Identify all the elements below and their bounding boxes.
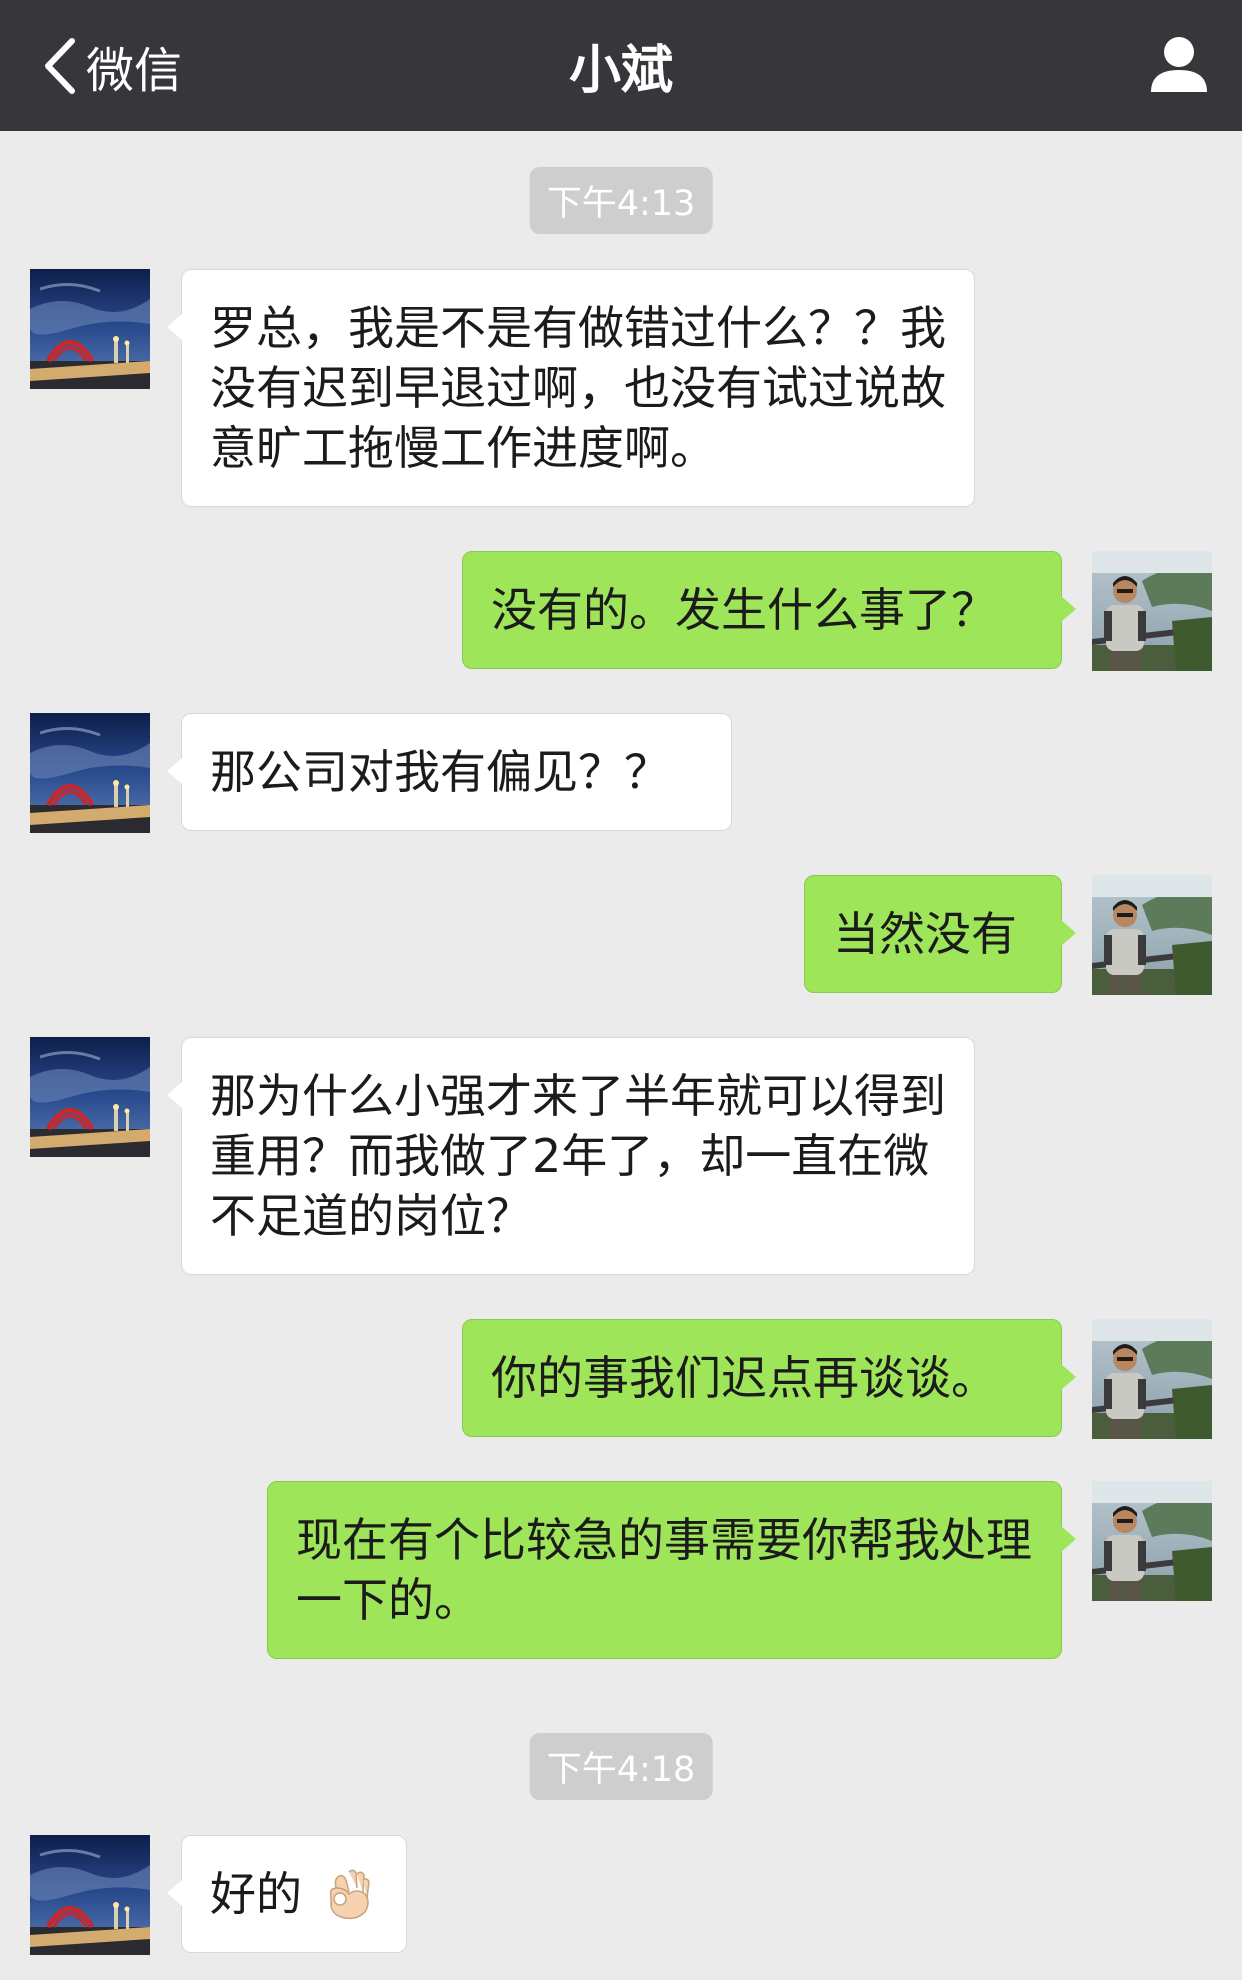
message-text: 那为什么小强才来了半年就可以得到重用？而我做了2年了，却一直在微不足道的岗位？ — [210, 1069, 946, 1243]
contact-avatar[interactable] — [30, 1835, 150, 1955]
chevron-left-icon — [45, 37, 75, 94]
back-label: 微信 — [86, 42, 183, 99]
outgoing-message-bubble[interactable]: 当然没有 — [804, 875, 1076, 993]
own-avatar[interactable] — [1092, 1319, 1212, 1439]
outgoing-message-bubble[interactable]: 你的事我们迟点再谈谈。 — [462, 1319, 1076, 1437]
message-text: 现在有个比较急的事需要你帮我处理一下的。 — [296, 1513, 1032, 1627]
navigation-bar: 微信 小斌 — [0, 0, 1242, 131]
outgoing-message-bubble[interactable]: 没有的。发生什么事了？ — [462, 551, 1076, 669]
own-avatar[interactable] — [1092, 875, 1212, 995]
contact-avatar[interactable] — [30, 1037, 150, 1157]
bridge-night-photo — [30, 269, 150, 389]
message-text: 那公司对我有偏见？？ — [210, 745, 670, 799]
person-seaside-photo — [1092, 551, 1212, 671]
person-seaside-photo — [1092, 875, 1212, 995]
chat-info-button[interactable] — [1146, 32, 1212, 98]
contact-avatar[interactable] — [30, 713, 150, 833]
own-avatar[interactable] — [1092, 1481, 1212, 1601]
timestamp-label: 下午4:13 — [529, 167, 713, 234]
message-text: 没有的。发生什么事了？ — [491, 583, 997, 637]
bridge-night-photo — [30, 1037, 150, 1157]
outgoing-message-bubble[interactable]: 现在有个比较急的事需要你帮我处理一下的。 — [267, 1481, 1076, 1659]
incoming-message-bubble[interactable]: 那公司对我有偏见？？ — [167, 713, 732, 831]
contact-avatar[interactable] — [30, 269, 150, 389]
message-text: 罗总，我是不是有做错过什么？？我没有迟到早退过啊，也没有试过说故意旷工拖慢工作进… — [210, 301, 946, 475]
incoming-message-bubble[interactable]: 好的 — [167, 1835, 407, 1953]
incoming-message-bubble[interactable]: 那为什么小强才来了半年就可以得到重用？而我做了2年了，却一直在微不足道的岗位？ — [167, 1037, 975, 1275]
incoming-message-bubble[interactable]: 罗总，我是不是有做错过什么？？我没有迟到早退过啊，也没有试过说故意旷工拖慢工作进… — [167, 269, 975, 507]
message-text: 当然没有 — [833, 907, 1017, 961]
chat-title: 小斌 — [568, 41, 673, 101]
message-text: 好的 — [210, 1867, 302, 1921]
bridge-night-photo — [30, 1835, 150, 1955]
timestamp-label: 下午4:18 — [529, 1733, 713, 1800]
own-avatar[interactable] — [1092, 551, 1212, 671]
person-seaside-photo — [1092, 1319, 1212, 1439]
back-button[interactable]: 微信 — [40, 0, 182, 131]
message-text: 你的事我们迟点再谈谈。 — [491, 1351, 997, 1405]
person-seaside-photo — [1092, 1481, 1212, 1601]
ok-hand-emoji-icon — [329, 1869, 370, 1920]
person-icon — [1151, 37, 1207, 92]
bridge-night-photo — [30, 713, 150, 833]
